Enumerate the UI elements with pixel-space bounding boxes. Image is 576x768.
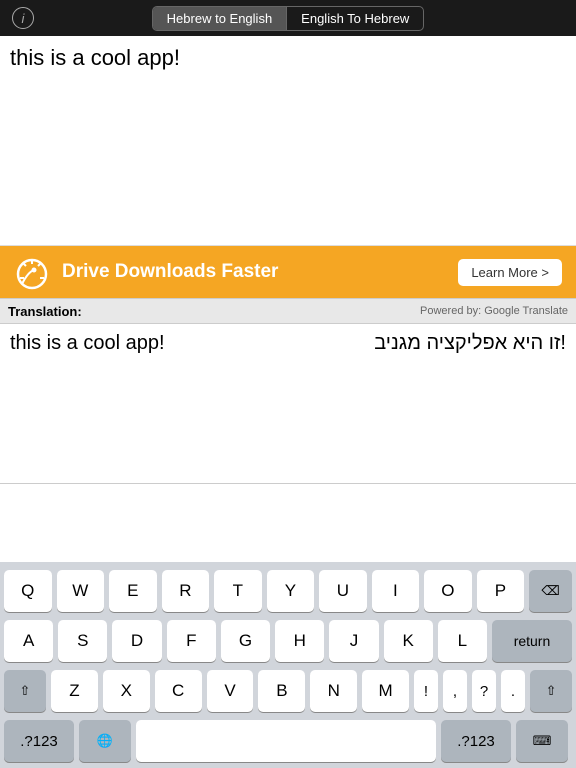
learn-more-button[interactable]: Learn More >: [458, 259, 562, 286]
key-H[interactable]: H: [275, 620, 324, 662]
input-area[interactable]: this is a cool app!: [0, 36, 576, 246]
key-K[interactable]: K: [384, 620, 433, 662]
info-icon[interactable]: i: [12, 7, 34, 29]
key-B[interactable]: B: [258, 670, 305, 712]
speedometer-icon: [14, 254, 50, 290]
key-X[interactable]: X: [103, 670, 150, 712]
key-T[interactable]: T: [214, 570, 262, 612]
tab-group: Hebrew to English English To Hebrew: [152, 6, 425, 31]
key-comma[interactable]: ,: [443, 670, 467, 712]
key-R[interactable]: R: [162, 570, 210, 612]
space-key[interactable]: [136, 720, 436, 762]
input-text: this is a cool app!: [10, 44, 566, 73]
key-V[interactable]: V: [207, 670, 254, 712]
key-D[interactable]: D: [112, 620, 161, 662]
key-J[interactable]: J: [329, 620, 378, 662]
translation-right-text: !זו היא אפליקציה מגניב: [374, 332, 566, 355]
translation-body: this is a cool app! !זו היא אפליקציה מגנ…: [0, 324, 576, 484]
ad-banner[interactable]: Drive Downloads Faster Learn More >: [0, 246, 576, 298]
key-W[interactable]: W: [57, 570, 105, 612]
key-Q[interactable]: Q: [4, 570, 52, 612]
key-Z[interactable]: Z: [51, 670, 98, 712]
numbers-key-left[interactable]: .?123: [4, 720, 74, 762]
keyboard-row-3: ⇧ Z X C V B N M ! , ? . ⇧: [4, 670, 572, 712]
shift-left-key[interactable]: ⇧: [4, 670, 46, 712]
key-A[interactable]: A: [4, 620, 53, 662]
key-period[interactable]: .: [501, 670, 525, 712]
key-O[interactable]: O: [424, 570, 472, 612]
ad-text: Drive Downloads Faster: [62, 261, 446, 283]
key-I[interactable]: I: [372, 570, 420, 612]
emoji-key[interactable]: ⌨: [516, 720, 568, 762]
top-bar: i Hebrew to English English To Hebrew: [0, 0, 576, 36]
return-key[interactable]: return: [492, 620, 572, 662]
key-E[interactable]: E: [109, 570, 157, 612]
tab-english-to-hebrew[interactable]: English To Hebrew: [287, 7, 423, 30]
key-question[interactable]: ?: [472, 670, 496, 712]
key-U[interactable]: U: [319, 570, 367, 612]
tab-hebrew-to-english[interactable]: Hebrew to English: [153, 7, 287, 30]
keyboard-row-4: .?123 🌐 .?123 ⌨: [4, 720, 572, 762]
powered-by: Powered by: Google Translate: [420, 305, 568, 317]
delete-key[interactable]: ⌫: [529, 570, 572, 612]
key-Y[interactable]: Y: [267, 570, 315, 612]
key-exclaim[interactable]: !: [414, 670, 438, 712]
translation-label: Translation:: [8, 304, 82, 319]
translation-left-text: this is a cool app!: [10, 332, 165, 355]
key-L[interactable]: L: [438, 620, 487, 662]
key-N[interactable]: N: [310, 670, 357, 712]
key-S[interactable]: S: [58, 620, 107, 662]
shift-right-key[interactable]: ⇧: [530, 670, 572, 712]
key-P[interactable]: P: [477, 570, 525, 612]
key-C[interactable]: C: [155, 670, 202, 712]
translation-header: Translation: Powered by: Google Translat…: [0, 298, 576, 324]
numbers-key-right[interactable]: .?123: [441, 720, 511, 762]
globe-key[interactable]: 🌐: [79, 720, 131, 762]
keyboard-row-1: Q W E R T Y U I O P ⌫: [4, 570, 572, 612]
key-F[interactable]: F: [167, 620, 216, 662]
key-G[interactable]: G: [221, 620, 270, 662]
key-M[interactable]: M: [362, 670, 409, 712]
keyboard-row-2: A S D F G H J K L return: [4, 620, 572, 662]
keyboard: Q W E R T Y U I O P ⌫ A S D F G H J K L …: [0, 562, 576, 768]
